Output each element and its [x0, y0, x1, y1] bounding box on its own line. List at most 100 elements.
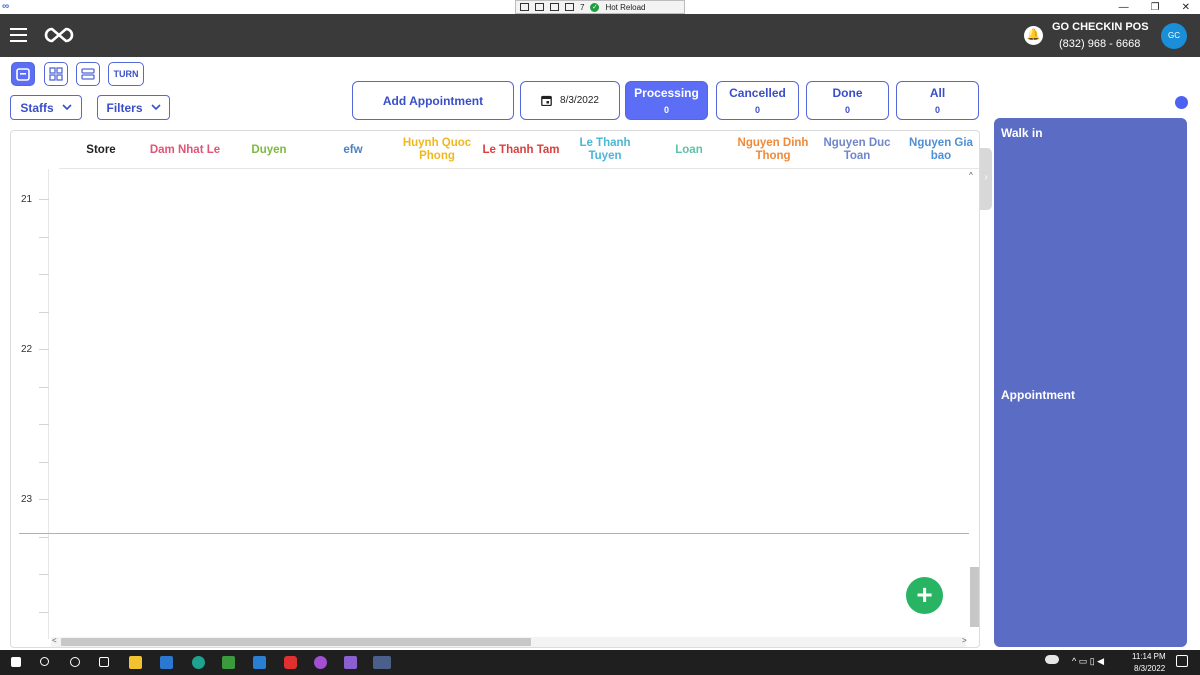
window-controls: — ❐ ✕ — [1119, 0, 1190, 14]
cortana-icon[interactable] — [70, 657, 80, 667]
app-logo — [44, 27, 74, 43]
status-tab-processing[interactable]: Processing 0 — [625, 81, 708, 120]
status-count: 0 — [934, 105, 940, 115]
windows-start-icon[interactable] — [11, 657, 21, 667]
clock-time[interactable]: 11:14 PM — [1132, 652, 1166, 661]
visual-studio-icon[interactable] — [344, 656, 357, 669]
vscode-icon[interactable] — [253, 656, 266, 669]
time-tick — [39, 349, 49, 350]
hot-reload-label[interactable]: Hot Reload — [605, 3, 645, 12]
staff-column[interactable]: Store — [59, 131, 143, 169]
bell-icon[interactable]: 🔔 — [1024, 26, 1043, 45]
filters-dropdown[interactable]: Filters — [97, 95, 170, 120]
staff-column[interactable]: Nguyen Dinh Thong — [731, 131, 815, 169]
scroll-up-icon[interactable]: ^ — [969, 171, 973, 180]
staff-column-header: Store Dam Nhat Le Duyen efw Huynh Quoc Phong… — [59, 131, 979, 169]
time-tick — [39, 611, 49, 613]
notification-icon[interactable] — [1176, 655, 1188, 667]
calendar-grid[interactable]: Store Dam Nhat Le Duyen efw Huynh Quoc Phong… — [10, 130, 980, 648]
pointer-icon[interactable] — [535, 3, 544, 11]
turn-button[interactable]: TURN — [108, 62, 144, 86]
staff-column[interactable]: Nguyen Gia bao — [899, 131, 979, 169]
system-tray[interactable]: ^ ▭ ▯ ◀ — [1072, 656, 1104, 667]
time-tick — [39, 199, 49, 200]
chevron-down-icon — [150, 104, 161, 111]
status-count: 0 — [844, 105, 850, 115]
chevron-right-icon[interactable]: › — [980, 148, 992, 210]
walk-in-title: Walk in — [1001, 126, 1043, 140]
panel-toggle[interactable] — [1175, 96, 1188, 109]
selected-date: 8/3/2022 — [560, 95, 599, 106]
staff-column[interactable]: Huynh Quoc Phong — [395, 131, 479, 169]
mail-icon[interactable] — [160, 656, 173, 669]
notepad-icon[interactable] — [222, 656, 235, 669]
edge-icon[interactable] — [192, 656, 205, 669]
grid-view-button[interactable] — [44, 62, 68, 86]
time-tick — [39, 574, 49, 575]
staffs-dropdown[interactable]: Staffs — [10, 95, 82, 120]
time-tick — [39, 386, 49, 388]
track-focus-icon[interactable] — [565, 3, 574, 11]
time-tick — [39, 499, 49, 500]
time-tick — [39, 236, 49, 238]
select-element-icon[interactable] — [520, 3, 529, 11]
hour-label: 21 — [21, 194, 33, 205]
menu-icon[interactable] — [10, 28, 27, 42]
add-appointment-button[interactable]: Add Appointment — [352, 81, 514, 120]
date-picker-button[interactable]: 8/3/2022 — [520, 81, 620, 120]
chrome-icon[interactable] — [314, 656, 327, 669]
status-tab-cancelled[interactable]: Cancelled 0 — [716, 81, 799, 120]
list-icon — [81, 68, 95, 80]
staff-column[interactable]: Loan — [647, 131, 731, 169]
clock-date[interactable]: 8/3/2022 — [1134, 664, 1165, 673]
add-appointment-fab[interactable]: + — [906, 577, 943, 614]
side-panel — [994, 118, 1187, 647]
appointment-title: Appointment — [1001, 388, 1075, 402]
avatar[interactable]: GC — [1161, 23, 1187, 49]
app-header — [0, 14, 1200, 57]
emulator-icon[interactable] — [373, 656, 391, 669]
vertical-scroll-thumb[interactable] — [970, 567, 979, 627]
filters-label: Filters — [106, 100, 143, 115]
time-tick — [39, 424, 49, 425]
status-tab-done[interactable]: Done 0 — [806, 81, 889, 120]
staff-column[interactable]: efw — [311, 131, 395, 169]
staff-column[interactable]: Le Thanh Tuyen — [563, 131, 647, 169]
chevron-down-icon — [62, 104, 72, 111]
hour-label: 23 — [21, 494, 33, 505]
grid-icon — [49, 67, 63, 81]
staff-column[interactable]: Nguyen Duc Toan — [815, 131, 899, 169]
staff-column[interactable]: Dam Nhat Le — [143, 131, 227, 169]
cloud-icon[interactable] — [1045, 655, 1059, 664]
restore-button[interactable]: ❐ — [1151, 2, 1160, 13]
staff-column[interactable]: Le Thanh Tam — [479, 131, 563, 169]
minimize-button[interactable]: — — [1119, 2, 1129, 13]
os-taskbar — [0, 650, 1200, 675]
close-button[interactable]: ✕ — [1182, 2, 1190, 13]
status-label: Processing — [634, 86, 699, 100]
status-count: 0 — [663, 105, 669, 115]
horizontal-scroll-thumb[interactable] — [61, 638, 531, 646]
time-axis: 21 22 23 — [11, 169, 49, 639]
file-explorer-icon[interactable] — [129, 656, 142, 669]
scroll-left-icon[interactable]: < — [52, 636, 57, 645]
check-icon: ✓ — [590, 2, 600, 12]
status-label: Cancelled — [729, 86, 786, 100]
youtube-icon[interactable] — [284, 656, 297, 669]
calendar-icon — [16, 68, 30, 81]
debug-toolbar: 7 ✓ Hot Reload — [515, 0, 685, 14]
infinity-icon: ∞ — [2, 1, 9, 12]
calendar-view-button[interactable] — [11, 62, 35, 86]
task-view-icon[interactable] — [99, 657, 109, 667]
layout-icon[interactable] — [550, 3, 559, 11]
status-count: 0 — [754, 105, 760, 115]
list-view-button[interactable] — [76, 62, 100, 86]
scroll-down-icon[interactable]: > — [962, 636, 967, 645]
debug-badge: 7 — [580, 2, 585, 12]
hour-label: 22 — [21, 344, 33, 355]
current-time-line — [19, 533, 969, 534]
time-tick — [39, 311, 49, 313]
status-tab-all[interactable]: All 0 — [896, 81, 979, 120]
staff-column[interactable]: Duyen — [227, 131, 311, 169]
search-icon[interactable] — [40, 657, 49, 666]
